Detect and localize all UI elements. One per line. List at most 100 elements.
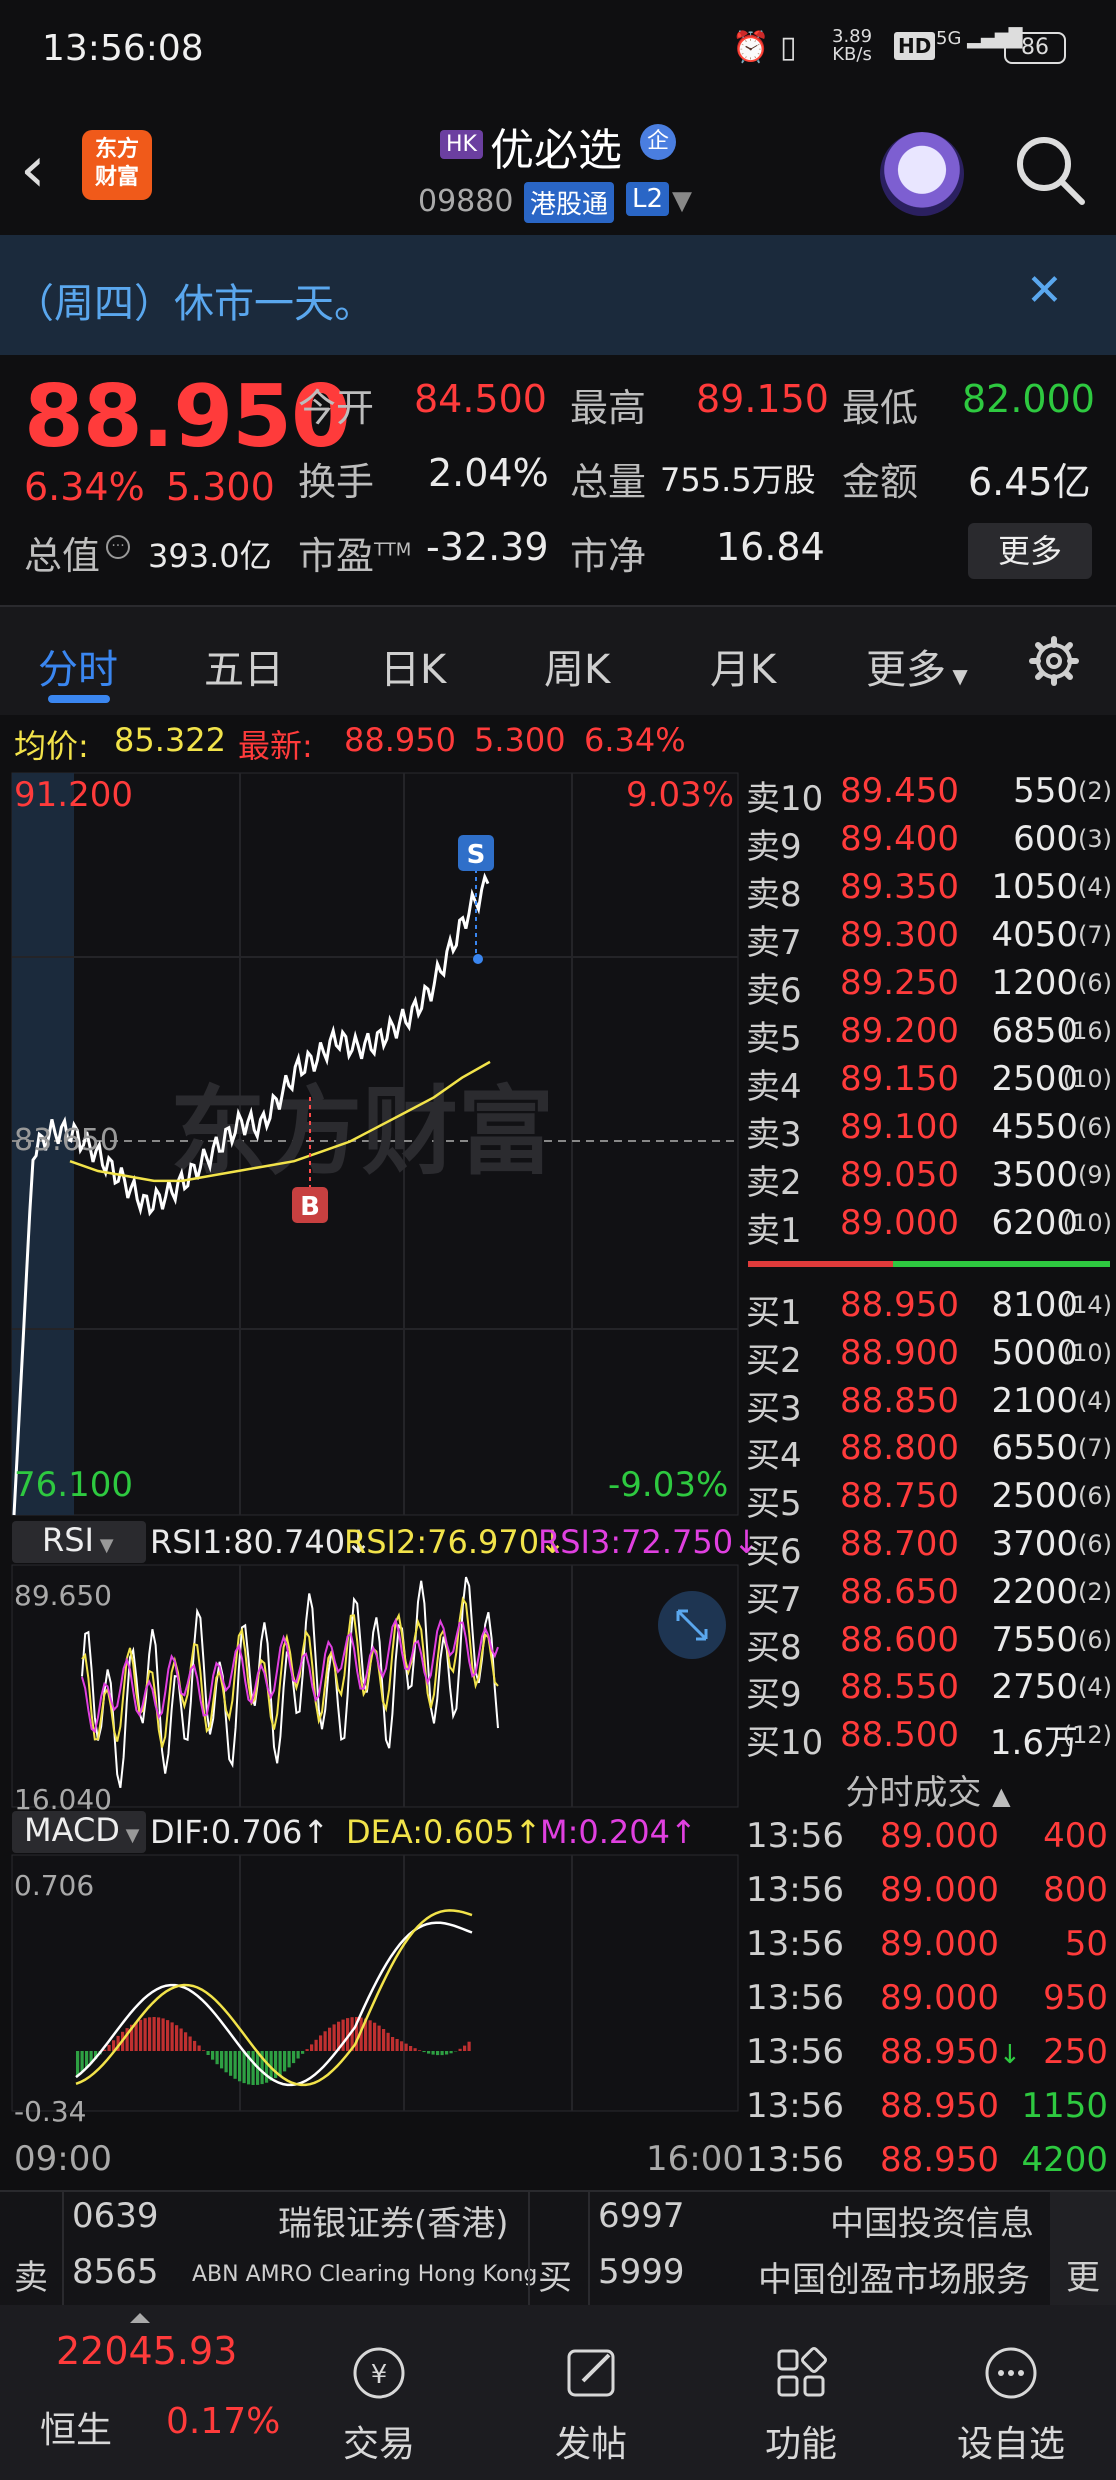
- ask-row[interactable]: 卖8 89.350 1050 (4): [740, 867, 1116, 915]
- sell-signal-label: S: [467, 840, 486, 870]
- level-order-count: (16): [1062, 1017, 1112, 1045]
- macd-bar: [395, 2039, 399, 2051]
- level-label: 买3: [746, 1388, 802, 1429]
- tick-volume: 1150: [1021, 2086, 1108, 2126]
- tick-header[interactable]: 分时成交 ▲: [740, 1765, 1116, 1815]
- grid-icon: [777, 2347, 827, 2397]
- bid-row[interactable]: 买7 88.650 2200 (2): [740, 1572, 1116, 1620]
- tick-volume: 4200: [1021, 2140, 1108, 2180]
- ask-row[interactable]: 卖2 89.050 3500 (9): [740, 1155, 1116, 1203]
- app-logo[interactable]: 东方 财富: [82, 130, 152, 200]
- level-order-count: (6): [1078, 1482, 1112, 1511]
- macd-bar: [386, 2032, 390, 2051]
- bid-row[interactable]: 买9 88.550 2750 (4): [740, 1667, 1116, 1715]
- level-order-count: (7): [1078, 1434, 1112, 1463]
- nav-functions[interactable]: 功能: [736, 2341, 866, 2467]
- ask-row[interactable]: 卖10 89.450 550 (2): [740, 771, 1116, 819]
- tick-time: 13:56: [746, 1978, 844, 2018]
- bid-row[interactable]: 买3 88.850 2100 (4): [740, 1381, 1116, 1429]
- index-name[interactable]: 恒生: [40, 2401, 112, 2453]
- ask-row[interactable]: 卖1 89.000 6200 (10): [740, 1203, 1116, 1251]
- search-icon[interactable]: [1010, 130, 1090, 210]
- bid-row[interactable]: 买2 88.900 5000 (10): [740, 1333, 1116, 1381]
- buy-broker-name[interactable]: 中国创盈市场服务: [758, 2252, 1030, 2301]
- rsi3-value: RSI3:72.750↓: [538, 1523, 760, 1561]
- tab-monthly-k[interactable]: 月K: [710, 637, 776, 695]
- assistant-robot-icon[interactable]: [880, 132, 964, 216]
- ask-row[interactable]: 卖3 89.100 4550 (6): [740, 1107, 1116, 1155]
- status-bar: 13:56:08 ⏰ ▯ 3.89 KB/s HD 5G ▂▄▆█ 86: [0, 0, 1116, 100]
- clock: 13:56:08: [42, 28, 204, 69]
- level-label: 买2: [746, 1340, 802, 1381]
- macd-bar: [170, 2022, 174, 2051]
- ask-row[interactable]: 卖5 89.200 6850 (16): [740, 1011, 1116, 1059]
- indicator-selector-macd[interactable]: MACD ▼: [12, 1811, 146, 1853]
- macd-bar: [287, 2051, 291, 2068]
- nav-watchlist[interactable]: 设自选: [946, 2341, 1076, 2467]
- nav-post[interactable]: 发帖: [526, 2341, 656, 2467]
- level-price: 88.500: [840, 1715, 959, 1756]
- level-order-count: (6): [1078, 969, 1112, 997]
- tab-five-day[interactable]: 五日: [204, 637, 284, 695]
- more-button[interactable]: 更多: [968, 523, 1092, 579]
- bid-row[interactable]: 买10 88.500 1.6万 (12): [740, 1715, 1116, 1763]
- nav-trade[interactable]: ¥ 交易: [314, 2341, 444, 2467]
- tab-daily-k[interactable]: 日K: [380, 637, 446, 695]
- tick-row: 13:56 88.950 1150: [740, 2086, 1116, 2140]
- index-change-pct[interactable]: 0.17%: [166, 2401, 280, 2442]
- chevron-down-icon[interactable]: ▼: [672, 186, 692, 216]
- index-value[interactable]: 22045.93: [56, 2329, 237, 2373]
- bid-row[interactable]: 买1 88.950 8100 (14): [740, 1285, 1116, 1333]
- bid-row[interactable]: 买4 88.800 6550 (7): [740, 1428, 1116, 1476]
- volume-label: 总量: [570, 460, 647, 504]
- tab-weekly-k[interactable]: 周K: [544, 637, 610, 695]
- level-order-count: (2): [1078, 1577, 1112, 1606]
- level-label: 买9: [746, 1675, 802, 1716]
- macd-bar: [373, 2022, 377, 2051]
- bid-row[interactable]: 买5 88.750 2500 (6): [740, 1476, 1116, 1524]
- sell-broker-code: 0639: [72, 2196, 159, 2236]
- tick-time: 13:56: [746, 2140, 844, 2180]
- tick-time: 13:56: [746, 2032, 844, 2072]
- macd-bar: [431, 2051, 435, 2055]
- macd-bar: [404, 2043, 408, 2051]
- ask-row[interactable]: 卖7 89.300 4050 (7): [740, 915, 1116, 963]
- broker-more-button[interactable]: 更: [1066, 2250, 1100, 2299]
- level-label: 卖8: [746, 875, 802, 915]
- tick-volume: 250: [1043, 2032, 1108, 2072]
- macd-bar: [134, 2022, 138, 2051]
- back-icon[interactable]: ‹: [20, 130, 80, 210]
- macd-min-label: -0.34: [14, 2095, 87, 2128]
- bottom-nav: 22045.93 恒生 0.17% ¥ 交易 发帖 功能 设自选: [0, 2305, 1116, 2480]
- latest-change: 5.300: [474, 721, 566, 759]
- intraday-chart[interactable]: 东方财富 B S 91.200 9.03% 83.650 76.100 -9.0…: [0, 765, 760, 2179]
- sell-broker-name[interactable]: 瑞银证券(香港): [278, 2196, 509, 2245]
- close-icon[interactable]: ✕: [1026, 265, 1063, 316]
- expand-up-icon[interactable]: [130, 2313, 150, 2323]
- tab-intraday[interactable]: 分时: [38, 637, 118, 695]
- dif-value: DIF:0.706↑: [150, 1813, 330, 1851]
- macd-bar: [427, 2051, 431, 2054]
- tick-price: 89.000: [880, 1816, 999, 1856]
- more-dots-icon[interactable]: ···: [106, 535, 130, 559]
- sell-broker-name[interactable]: ABN AMRO Clearing Hong Kong: [192, 2262, 537, 2287]
- level-volume: 3700: [991, 1524, 1078, 1564]
- change-percent: 6.34%: [24, 465, 145, 509]
- gear-icon[interactable]: [1028, 635, 1080, 687]
- bid-row[interactable]: 买6 88.700 3700 (6): [740, 1524, 1116, 1572]
- buy-broker-name[interactable]: 中国投资信息: [830, 2196, 1034, 2245]
- level-volume: 1050: [991, 867, 1078, 907]
- tab-more[interactable]: 更多 ▼: [866, 637, 968, 695]
- macd-bar: [197, 2045, 201, 2051]
- level-price: 88.950: [840, 1285, 959, 1325]
- bid-row[interactable]: 买8 88.600 7550 (6): [740, 1620, 1116, 1668]
- tick-volume: 50: [1064, 1924, 1108, 1964]
- ask-row[interactable]: 卖9 89.400 600 (3): [740, 819, 1116, 867]
- price-max-label: 91.200: [14, 775, 133, 815]
- ask-row[interactable]: 卖6 89.250 1200 (6): [740, 963, 1116, 1011]
- macd-bar: [242, 2051, 246, 2084]
- tick-row: 13:56 88.950 4200: [740, 2140, 1116, 2194]
- macd-bar: [202, 2050, 206, 2051]
- indicator-selector-rsi[interactable]: RSI ▼: [12, 1521, 146, 1563]
- ask-row[interactable]: 卖4 89.150 2500 (10): [740, 1059, 1116, 1107]
